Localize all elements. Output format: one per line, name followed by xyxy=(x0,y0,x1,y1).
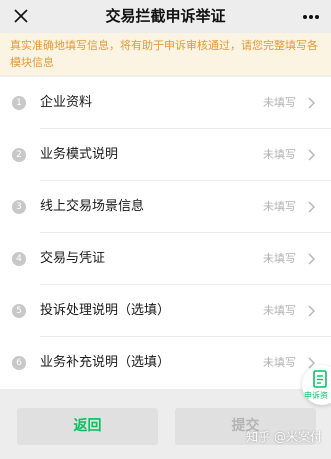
chevron-right-icon xyxy=(308,201,316,213)
section-item-2[interactable]: 2 业务模式说明 未填写 xyxy=(0,129,331,181)
section-status: 未填写 xyxy=(263,200,296,213)
section-item-4[interactable]: 4 交易与凭证 未填写 xyxy=(0,233,331,285)
section-status: 未填写 xyxy=(263,304,296,317)
step-number-badge: 4 xyxy=(12,252,26,266)
section-label: 企业资料 xyxy=(40,95,93,110)
top-bar: 交易拦截申诉举证 xyxy=(0,0,331,33)
section-item-6[interactable]: 6 业务补充说明（选填） 未填写 xyxy=(0,337,331,389)
close-icon xyxy=(14,9,28,23)
appeal-floating-button[interactable]: 申诉资 xyxy=(302,365,331,405)
chevron-right-icon xyxy=(308,97,316,109)
section-item-3[interactable]: 3 线上交易场景信息 未填写 xyxy=(0,181,331,233)
chevron-right-icon xyxy=(308,305,316,317)
step-number-badge: 1 xyxy=(12,96,26,110)
section-label: 业务模式说明 xyxy=(40,147,119,162)
chevron-right-icon xyxy=(308,149,316,161)
bottom-action-bar: 返回 提交 xyxy=(0,389,331,459)
more-button[interactable] xyxy=(299,5,323,29)
watermark: 知乎 @米案付 xyxy=(246,430,322,444)
step-number-badge: 6 xyxy=(12,356,26,370)
section-status: 未填写 xyxy=(263,148,296,161)
floating-button-label: 申诉资 xyxy=(304,391,328,400)
close-button[interactable] xyxy=(9,4,33,28)
section-label: 线上交易场景信息 xyxy=(40,199,145,214)
back-button[interactable]: 返回 xyxy=(17,408,158,445)
step-number-badge: 5 xyxy=(12,304,26,318)
section-label: 业务补充说明（选填） xyxy=(40,355,171,370)
section-item-5[interactable]: 5 投诉处理说明（选填） 未填写 xyxy=(0,285,331,337)
section-label: 交易与凭证 xyxy=(40,251,106,266)
evidence-section-list: 1 企业资料 未填写 2 业务模式说明 未填写 3 线上交易场景信息 未填写 4… xyxy=(0,77,331,389)
section-status: 未填写 xyxy=(263,252,296,265)
info-notice: 真实准确地填写信息，将有助于申诉审核通过，请您完整填写各模块信息 xyxy=(0,33,331,75)
section-item-1[interactable]: 1 企业资料 未填写 xyxy=(0,77,331,129)
section-status: 未填写 xyxy=(263,356,296,369)
section-status: 未填写 xyxy=(263,96,296,109)
step-number-badge: 2 xyxy=(12,148,26,162)
step-number-badge: 3 xyxy=(12,200,26,214)
section-label: 投诉处理说明（选填） xyxy=(40,303,171,318)
more-dots-icon xyxy=(303,15,319,19)
document-icon xyxy=(313,370,327,388)
chevron-right-icon xyxy=(308,253,316,265)
page-title: 交易拦截申诉举证 xyxy=(105,7,226,25)
